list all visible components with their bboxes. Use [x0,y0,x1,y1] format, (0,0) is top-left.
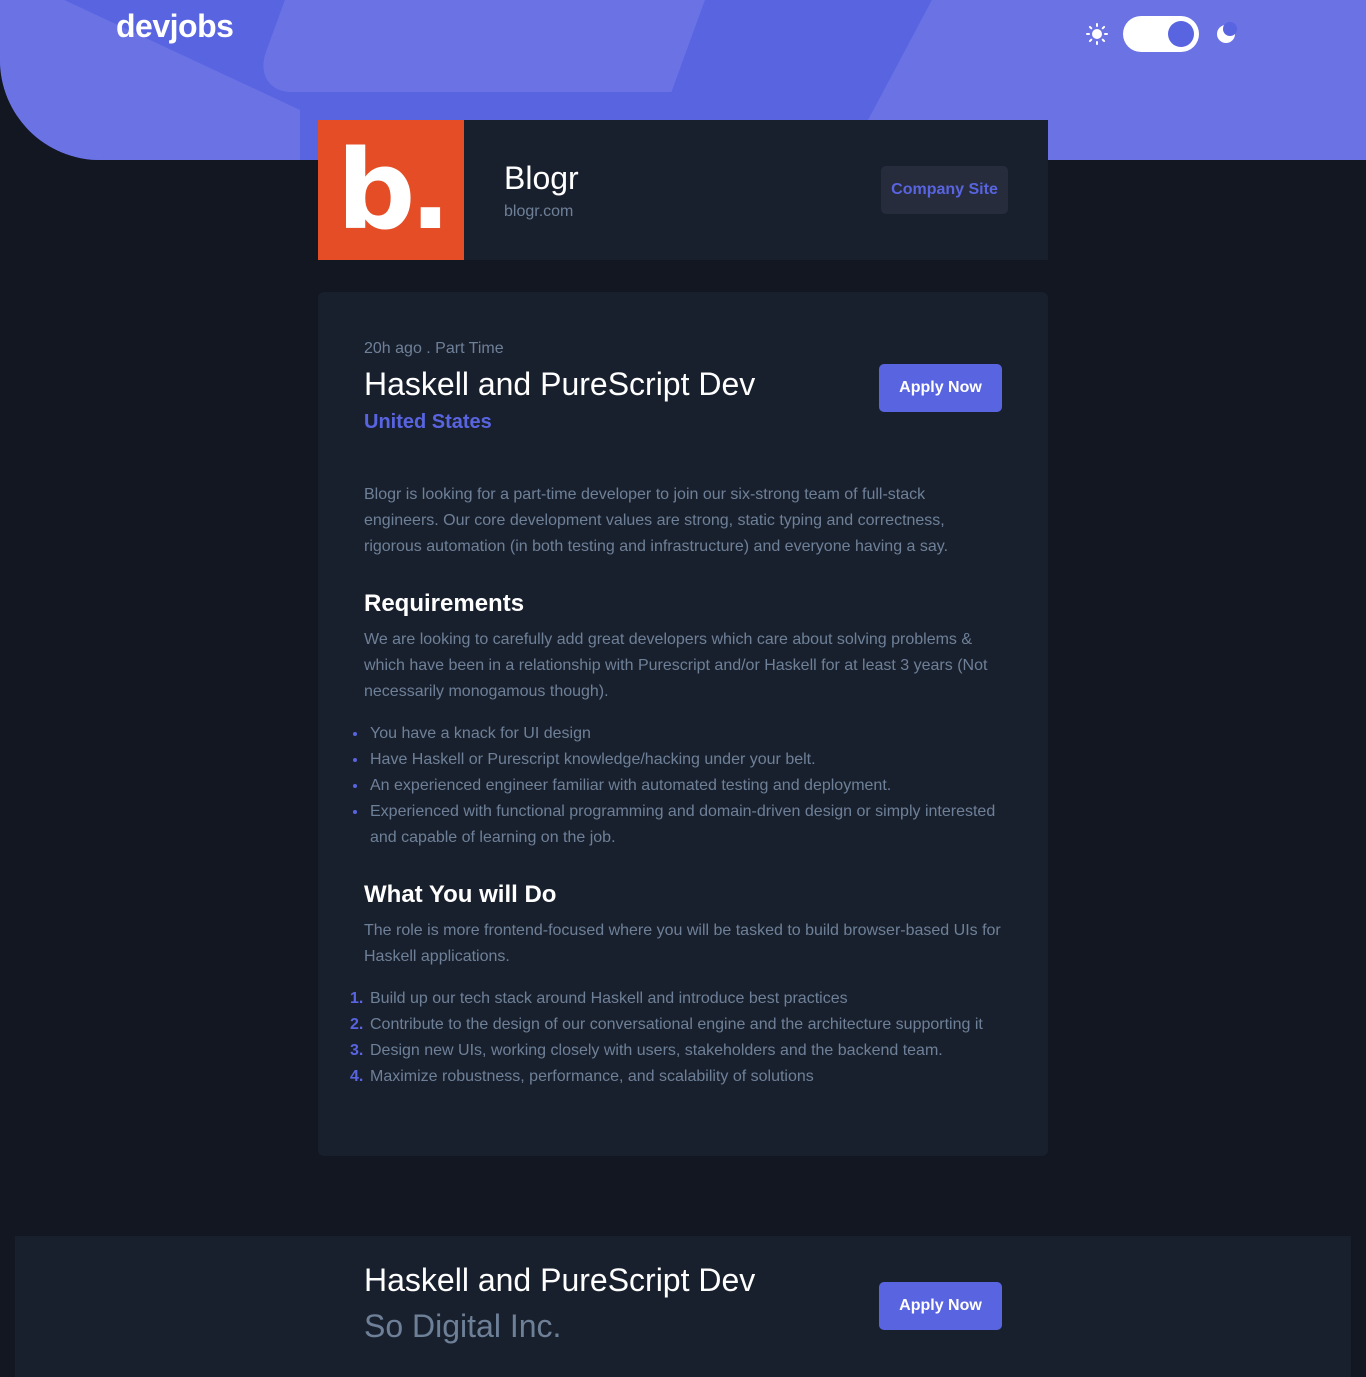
list-item: Experienced with functional programming … [353,799,1002,851]
list-number: 2. [350,1015,364,1033]
list-number: 3. [350,1041,364,1059]
list-item: 2. Contribute to the design of our conver… [350,1012,1002,1038]
list-item-text: Maximize robustness, performance, and sc… [370,1067,814,1085]
list-number: 4. [350,1067,364,1085]
job-meta: 20h ago . Part Time [364,340,504,357]
list-item: You have a knack for UI design [353,721,1002,747]
company-logo: b. [318,120,464,260]
theme-toggle[interactable] [1123,16,1199,52]
list-item: 1. Build up our tech stack around Haskell… [350,986,1002,1012]
job-details-card: 20h ago . Part Time Haskell and PureScri… [318,292,1048,1156]
footer-apply-now-button[interactable]: Apply Now [879,1282,1002,1330]
list-item-text: Contribute to the design of our conversa… [370,1015,983,1033]
role-text: The role is more frontend-focused where … [364,921,1001,965]
footer-job-title: Haskell and PureScript Dev [364,1262,756,1298]
sun-icon [1086,23,1108,45]
site-logo[interactable]: devjobs [116,8,234,45]
requirements-text: We are looking to carefully add great de… [364,630,988,700]
list-item-text: Design new UIs, working closely with use… [370,1041,943,1059]
apply-now-button[interactable]: Apply Now [879,364,1002,412]
list-item: Have Haskell or Purescript knowledge/hac… [353,747,1002,773]
role-heading: What You will Do [364,880,557,908]
toggle-knob [1168,21,1194,47]
theme-switcher [1086,16,1237,52]
job-description: Blogr is looking for a part-time develop… [364,486,949,555]
requirements-heading: Requirements [364,590,525,617]
company-domain: blogr.com [504,203,574,221]
list-item: 4. Maximize robustness, performance, and … [350,1064,1002,1090]
list-item-text: Build up our tech stack around Haskell a… [370,989,848,1007]
header-decoration [251,0,749,92]
company-info: Blogr blogr.com [504,159,881,221]
list-number: 1. [350,989,364,1007]
job-title-row: Haskell and PureScript Dev United States… [364,364,1002,434]
list-item: 3. Design new UIs, working closely with u… [350,1038,1002,1064]
company-card: b. Blogr blogr.com Company Site [318,120,1048,260]
company-name: Blogr [504,159,579,196]
list-item: An experienced engineer familiar with au… [353,773,1002,799]
company-site-button[interactable]: Company Site [881,166,1008,214]
requirements-list: You have a knack for UI design Have Hask… [353,721,1002,851]
role-list: 1. Build up our tech stack around Haskell… [350,986,1002,1090]
job-location: United States [364,411,492,433]
footer-company-name: So Digital Inc. [364,1308,562,1344]
moon-icon [1215,22,1237,45]
footer-bar: Haskell and PureScript Dev So Digital In… [15,1236,1351,1377]
